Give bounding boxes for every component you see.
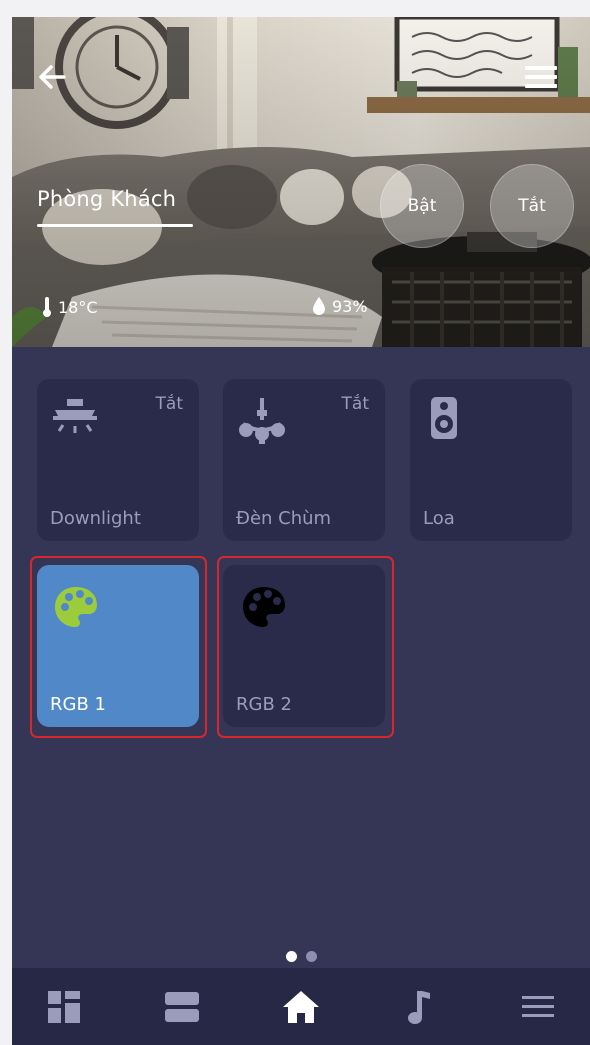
palette-icon: [241, 585, 287, 633]
device-label: RGB 2: [236, 694, 292, 715]
room-title-underline: [37, 224, 193, 227]
thermometer-icon: [43, 297, 51, 317]
menu-icon: [522, 996, 554, 1017]
humidity-readout: 93%: [312, 296, 368, 316]
page-indicator-dot-active[interactable]: [286, 951, 297, 962]
nav-home[interactable]: [279, 985, 323, 1029]
bottom-navigation: [12, 968, 590, 1045]
chandelier-icon: [237, 396, 287, 450]
device-tile-rgb-1[interactable]: RGB 1: [37, 565, 199, 727]
device-tile-rgb-2[interactable]: RGB 2: [223, 565, 385, 727]
room-title[interactable]: Phòng Khách: [37, 187, 176, 211]
downlight-icon: [51, 396, 99, 444]
palette-icon: [53, 585, 99, 633]
music-icon: [408, 991, 430, 1024]
device-tile-chandelier[interactable]: Tắt Đèn Chùm: [223, 379, 385, 541]
app-screen: Phòng Khách Bật Tắt 18°C 93% Tắt Downlig…: [12, 17, 590, 1045]
page-indicator-dot[interactable]: [306, 951, 317, 962]
temperature-readout: 18°C: [42, 296, 98, 318]
humidity-value: 93%: [332, 296, 368, 316]
device-label: Đèn Chùm: [236, 508, 332, 529]
nav-dashboard[interactable]: [42, 985, 86, 1029]
hamburger-menu-button[interactable]: [523, 63, 559, 91]
nav-menu[interactable]: [516, 985, 560, 1029]
device-tile-speaker[interactable]: Loa: [410, 379, 572, 541]
arrow-left-icon: [39, 65, 66, 89]
rooms-icon: [165, 992, 199, 1022]
temperature-value: 18°C: [58, 297, 98, 317]
dashboard-icon: [48, 991, 80, 1023]
nav-music[interactable]: [397, 985, 441, 1029]
device-state: Tắt: [341, 394, 369, 414]
all-on-button[interactable]: Bật: [380, 164, 464, 248]
speaker-icon: [430, 396, 458, 444]
device-tile-downlight[interactable]: Tắt Downlight: [37, 379, 199, 541]
device-state: Tắt: [155, 394, 183, 414]
hamburger-icon: [525, 66, 557, 88]
nav-rooms[interactable]: [160, 985, 204, 1029]
back-button[interactable]: [34, 59, 70, 95]
device-label: RGB 1: [50, 694, 106, 715]
all-off-button[interactable]: Tắt: [490, 164, 574, 248]
room-header: Phòng Khách Bật Tắt 18°C 93%: [12, 17, 590, 347]
home-icon: [283, 991, 319, 1023]
water-drop-icon: [313, 297, 325, 315]
device-label: Loa: [423, 508, 455, 529]
device-label: Downlight: [50, 508, 141, 529]
